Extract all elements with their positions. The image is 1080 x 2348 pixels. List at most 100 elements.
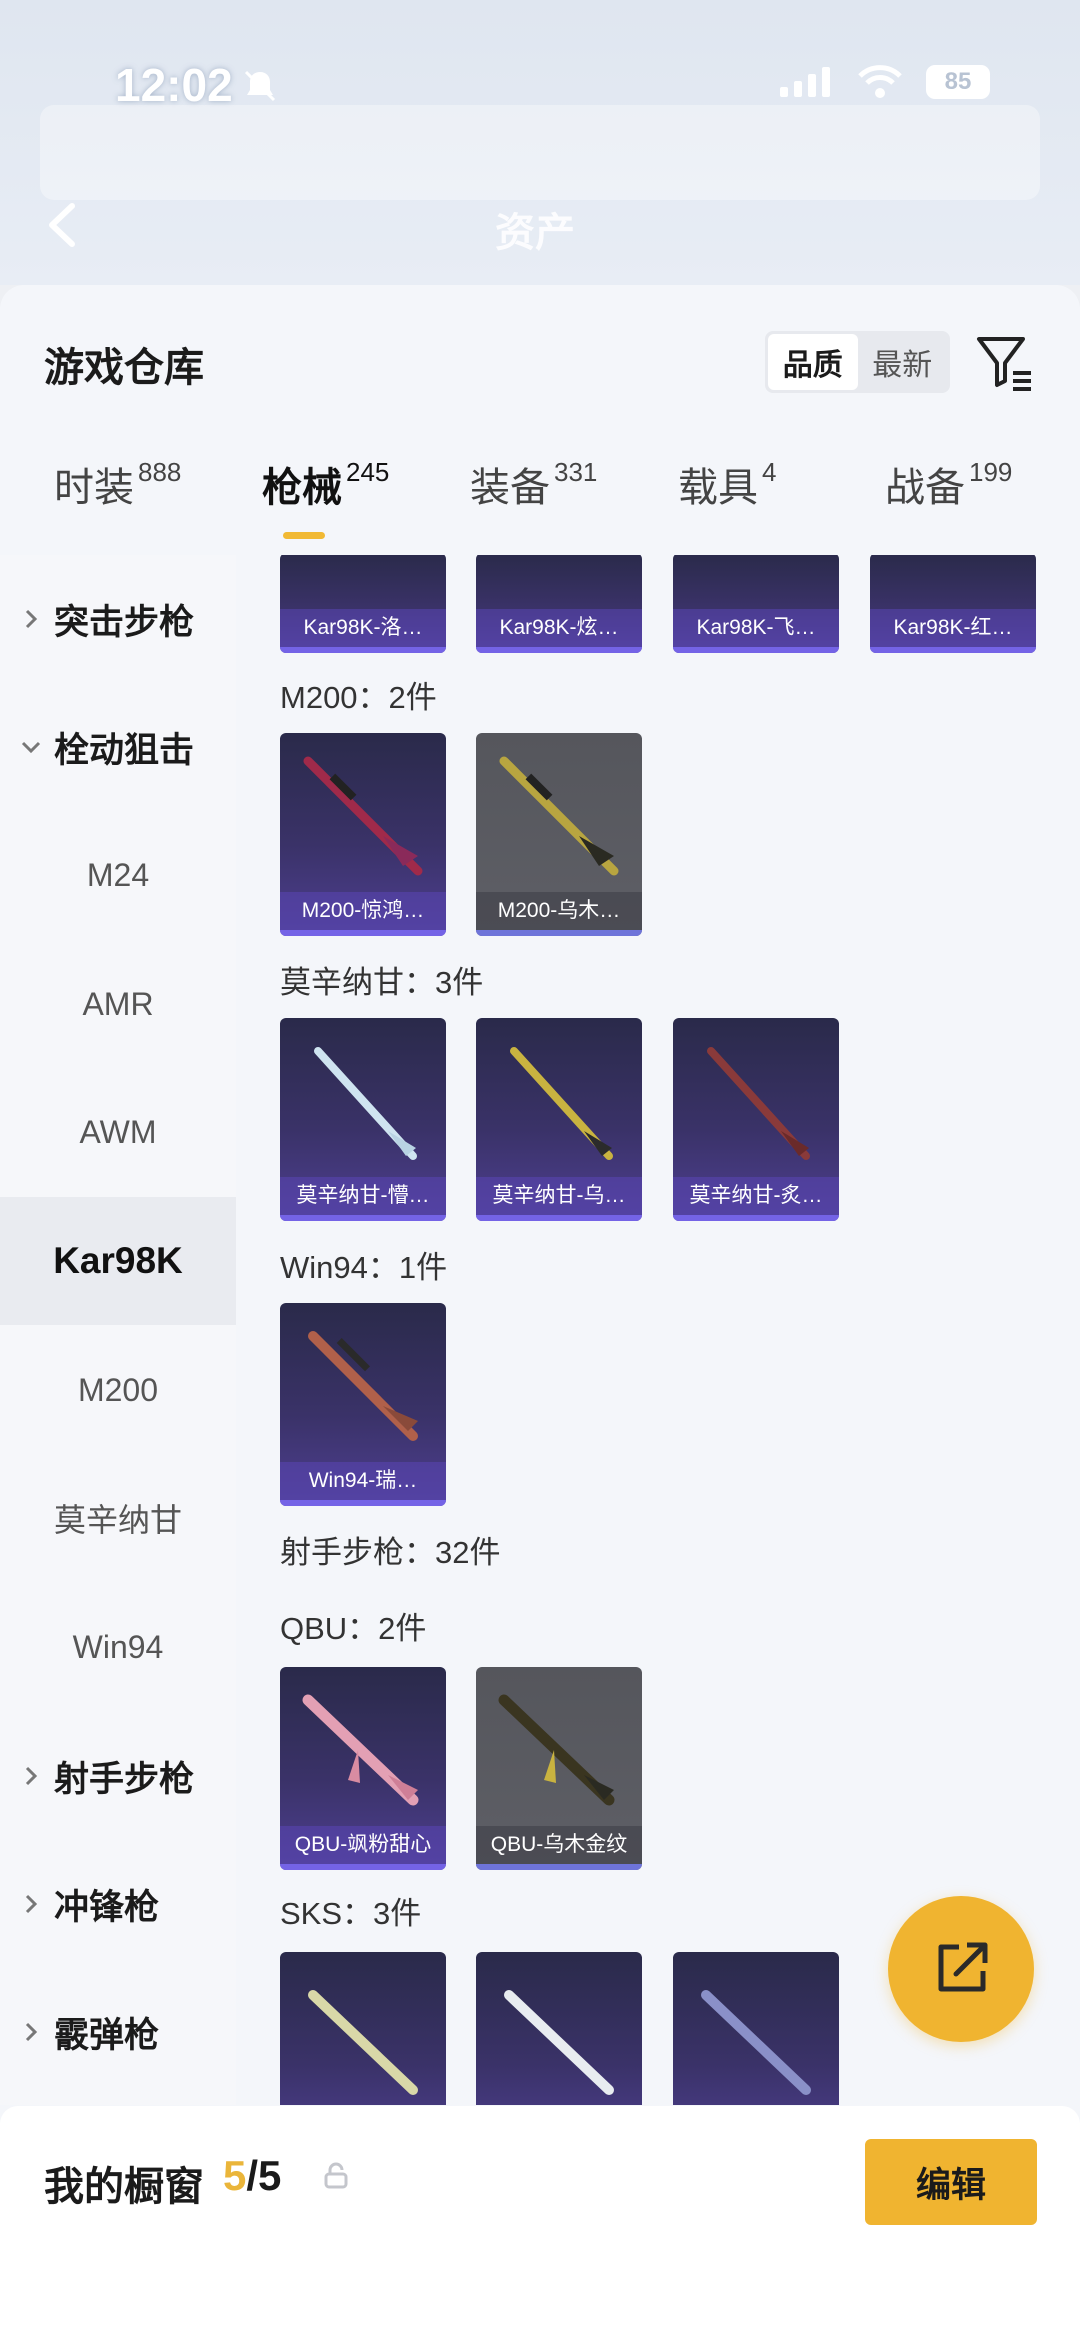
wifi-icon [858,65,902,98]
back-chevron-icon[interactable] [38,200,88,250]
tab-vehicles[interactable]: 载具 4 [678,455,776,513]
sidebar-item-smg[interactable]: 冲锋枪 [0,1840,236,1968]
weapon-card[interactable] [280,1952,446,2105]
weapon-category-sidebar: 突击步枪 栓动狙击 M24 AMR AWM Kar98K M200 莫辛纳甘 W… [0,555,236,2105]
share-button[interactable] [888,1896,1034,2042]
showcase-count: 5/5 [223,2152,281,2200]
tab-count: 199 [969,457,1013,487]
sidebar-item-bolt-action[interactable]: 栓动狙击 [0,683,236,811]
weapon-card[interactable]: Kar98K-红… [870,555,1036,653]
lock-icon [324,2162,348,2189]
chevron-right-icon [25,1766,38,1786]
weapon-name: Kar98K-洛… [280,609,446,647]
rifle-image [510,1047,613,1160]
tab-firearms[interactable]: 枪械 245 [262,455,389,513]
rifle-image [314,1047,417,1160]
weapon-card[interactable] [673,1952,839,2105]
rifle-image [504,1990,614,2095]
showcase-count-total: /5 [246,2152,282,2199]
filter-icon[interactable] [975,333,1035,393]
weapon-name: Kar98K-炫… [476,609,642,647]
background-blur-bar [40,105,1040,200]
weapon-name: Kar98K-飞… [673,609,839,647]
tab-supplies[interactable]: 战备 199 [885,455,1012,513]
weapon-name: Kar98K-红… [870,609,1036,647]
status-time: 12:02 [115,59,233,111]
chevron-right-icon [25,609,38,629]
showcase-count-current: 5 [223,2152,247,2199]
sort-toggle: 品质 最新 [765,331,950,393]
signal-icon [780,67,830,97]
tab-count: 331 [554,457,598,487]
sort-by-quality-button[interactable]: 品质 [768,334,858,390]
weapon-name: QBU-乌木金纹 [476,1826,642,1864]
edit-button[interactable]: 编辑 [865,2139,1037,2225]
weapon-card[interactable]: M200-乌木… [476,733,642,936]
sidebar-item-label: 霰弹枪 [54,2015,160,2055]
battery-indicator: 85 [926,65,990,99]
rifle-image [499,756,619,876]
tab-label: 时装 [54,466,134,510]
tab-label: 载具 [678,466,758,510]
sort-by-newest-button[interactable]: 最新 [858,334,948,390]
sidebar-item-label: 突击步枪 [54,602,195,642]
sidebar-item-win94[interactable]: Win94 [0,1583,236,1711]
weapon-card[interactable] [476,1952,642,2105]
section-label-qbu: QBU：2件 [280,1611,427,1646]
weapon-name: 莫辛纳甘-乌… [476,1177,642,1215]
sheet-title: 游戏仓库 [44,346,204,390]
tab-label: 装备 [470,466,550,510]
weapon-card[interactable]: 莫辛纳甘-乌… [476,1018,642,1221]
section-label-marksman: 射手步枪：32件 [280,1535,501,1570]
tab-fashion[interactable]: 时装 888 [54,455,181,513]
section-label-sks: SKS：3件 [280,1896,422,1931]
showcase-label: 我的橱窗 [44,2165,204,2209]
sidebar-item-kar98k[interactable]: Kar98K [0,1197,236,1325]
sidebar-item-shotguns[interactable]: 霰弹枪 [0,1968,236,2096]
tab-equipment[interactable]: 装备 331 [470,455,597,513]
external-link-icon [938,1942,988,1992]
rifle-image [303,756,423,876]
sidebar-item-assault-rifles[interactable]: 突击步枪 [0,555,236,683]
sidebar-item-label: 栓动狙击 [54,730,195,770]
section-label-win94: Win94：1件 [280,1250,448,1285]
weapon-name: M200-惊鸿… [280,892,446,930]
rifle-image [302,1694,419,1806]
weapon-card[interactable]: 莫辛纳甘-懵… [280,1018,446,1221]
background-header: 12:02 85 资产 [0,0,1080,285]
tab-label: 枪械 [262,466,342,510]
weapon-card[interactable]: Kar98K-飞… [673,555,839,653]
weapon-card[interactable]: QBU-乌木金纹 [476,1667,642,1870]
sidebar-item-marksman-rifles[interactable]: 射手步枪 [0,1712,236,1840]
rifle-image [308,1990,418,2095]
weapon-card[interactable]: Kar98K-洛… [280,555,446,653]
weapon-name: Win94-瑞… [280,1462,446,1500]
category-tabs: 时装 888 枪械 245 装备 331 载具 4 战备 199 [0,455,1080,545]
weapon-card[interactable]: QBU-飒粉甜心 [280,1667,446,1870]
weapon-card[interactable]: M200-惊鸿… [280,733,446,936]
tab-count: 245 [346,457,390,487]
sidebar-item-m200[interactable]: M200 [0,1326,236,1454]
weapon-card[interactable]: 莫辛纳甘-炙… [673,1018,839,1221]
sidebar-item-label: 射手步枪 [54,1759,195,1799]
active-tab-indicator [283,532,325,539]
mute-bell-icon [244,70,276,102]
rifle-image [701,1990,811,2095]
tab-label: 战备 [885,466,965,510]
weapon-name: M200-乌木… [476,892,642,930]
sidebar-item-mosin[interactable]: 莫辛纳甘 [0,1454,236,1582]
weapon-name: 莫辛纳甘-懵… [280,1177,446,1215]
background-page-title: 资产 [495,211,575,255]
weapon-card[interactable]: Kar98K-炫… [476,555,642,653]
status-icons: 85 [778,64,990,100]
rifle-image [498,1694,615,1806]
chevron-right-icon [25,2022,38,2042]
chevron-down-icon [21,741,41,754]
sidebar-item-amr[interactable]: AMR [0,940,236,1068]
showcase-bar: 我的橱窗 5/5 编辑 [0,2106,1080,2348]
section-label-m200: M200：2件 [280,680,437,715]
sidebar-item-m24[interactable]: M24 [0,811,236,939]
rifle-image [707,1047,810,1160]
sidebar-item-awm[interactable]: AWM [0,1068,236,1196]
weapon-card[interactable]: Win94-瑞… [280,1303,446,1506]
